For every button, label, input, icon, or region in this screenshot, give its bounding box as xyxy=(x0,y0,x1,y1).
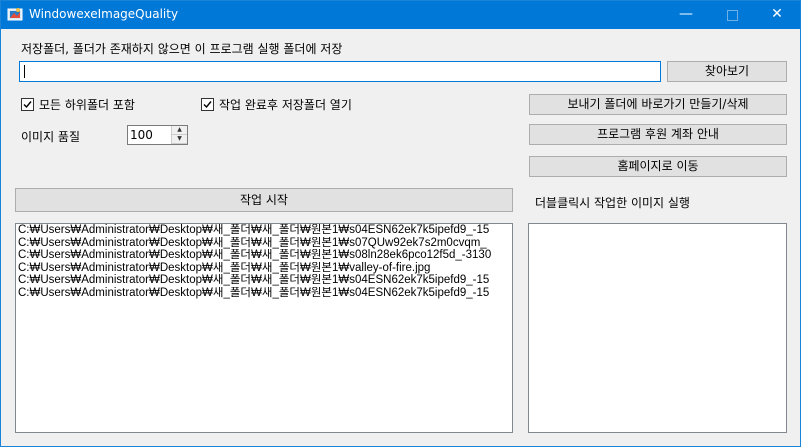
result-hint-label: 더블클릭시 작업한 이미지 실행 xyxy=(535,196,690,210)
title-bar[interactable]: WindowexeImageQuality — ✕ xyxy=(1,1,800,29)
close-button[interactable]: ✕ xyxy=(754,1,800,29)
list-item[interactable]: C:₩Users₩Administrator₩Desktop₩새_폴더₩새_폴더… xyxy=(16,262,512,275)
image-quality-label: 이미지 품질 xyxy=(21,130,81,144)
include-subfolders-label: 모든 하위폴더 포함 xyxy=(39,98,135,112)
text-caret xyxy=(24,65,25,78)
maximize-icon xyxy=(726,10,738,21)
checkbox-checked-icon xyxy=(201,98,214,111)
quality-spin-buttons[interactable]: ▲ ▼ xyxy=(171,126,187,144)
start-button[interactable]: 작업 시작 xyxy=(15,188,513,212)
minimize-icon: — xyxy=(679,6,693,22)
open-after-checkbox[interactable]: 작업 완료후 저장폴더 열기 xyxy=(201,96,352,113)
list-item[interactable]: C:₩Users₩Administrator₩Desktop₩새_폴더₩새_폴더… xyxy=(16,237,512,250)
quality-value: 100 xyxy=(130,128,153,142)
app-icon xyxy=(7,8,23,21)
list-item[interactable]: C:₩Users₩Administrator₩Desktop₩새_폴더₩새_폴더… xyxy=(16,287,512,300)
homepage-button[interactable]: 홈페이지로 이동 xyxy=(529,156,787,177)
file-list[interactable]: C:₩Users₩Administrator₩Desktop₩새_폴더₩새_폴더… xyxy=(15,223,513,433)
maximize-button[interactable] xyxy=(709,1,755,29)
open-after-label: 작업 완료후 저장폴더 열기 xyxy=(219,98,352,112)
include-subfolders-checkbox[interactable]: 모든 하위폴더 포함 xyxy=(21,96,135,113)
spin-up-icon[interactable]: ▲ xyxy=(172,126,187,135)
save-folder-input[interactable] xyxy=(19,61,661,82)
minimize-button[interactable]: — xyxy=(663,1,709,29)
spin-down-icon[interactable]: ▼ xyxy=(172,135,187,144)
close-icon: ✕ xyxy=(771,6,783,22)
list-item[interactable]: C:₩Users₩Administrator₩Desktop₩새_폴더₩새_폴더… xyxy=(16,249,512,262)
result-list[interactable] xyxy=(528,223,787,433)
checkbox-checked-icon xyxy=(21,98,34,111)
shortcut-button[interactable]: 보내기 폴더에 바로가기 만들기/삭제 xyxy=(529,94,787,115)
save-folder-label: 저장폴더, 폴더가 존재하지 않으면 이 프로그램 실행 폴더에 저장 xyxy=(21,42,343,56)
main-window: WindowexeImageQuality — ✕ 저장폴더, 폴더가 존재하지… xyxy=(0,0,801,447)
window-title: WindowexeImageQuality xyxy=(29,7,179,21)
browse-button[interactable]: 찾아보기 xyxy=(667,61,787,82)
list-item[interactable]: C:₩Users₩Administrator₩Desktop₩새_폴더₩새_폴더… xyxy=(16,274,512,287)
list-item[interactable]: C:₩Users₩Administrator₩Desktop₩새_폴더₩새_폴더… xyxy=(16,224,512,237)
quality-stepper[interactable]: 100 ▲ ▼ xyxy=(127,125,188,145)
donate-button[interactable]: 프로그램 후원 계좌 안내 xyxy=(529,124,787,145)
